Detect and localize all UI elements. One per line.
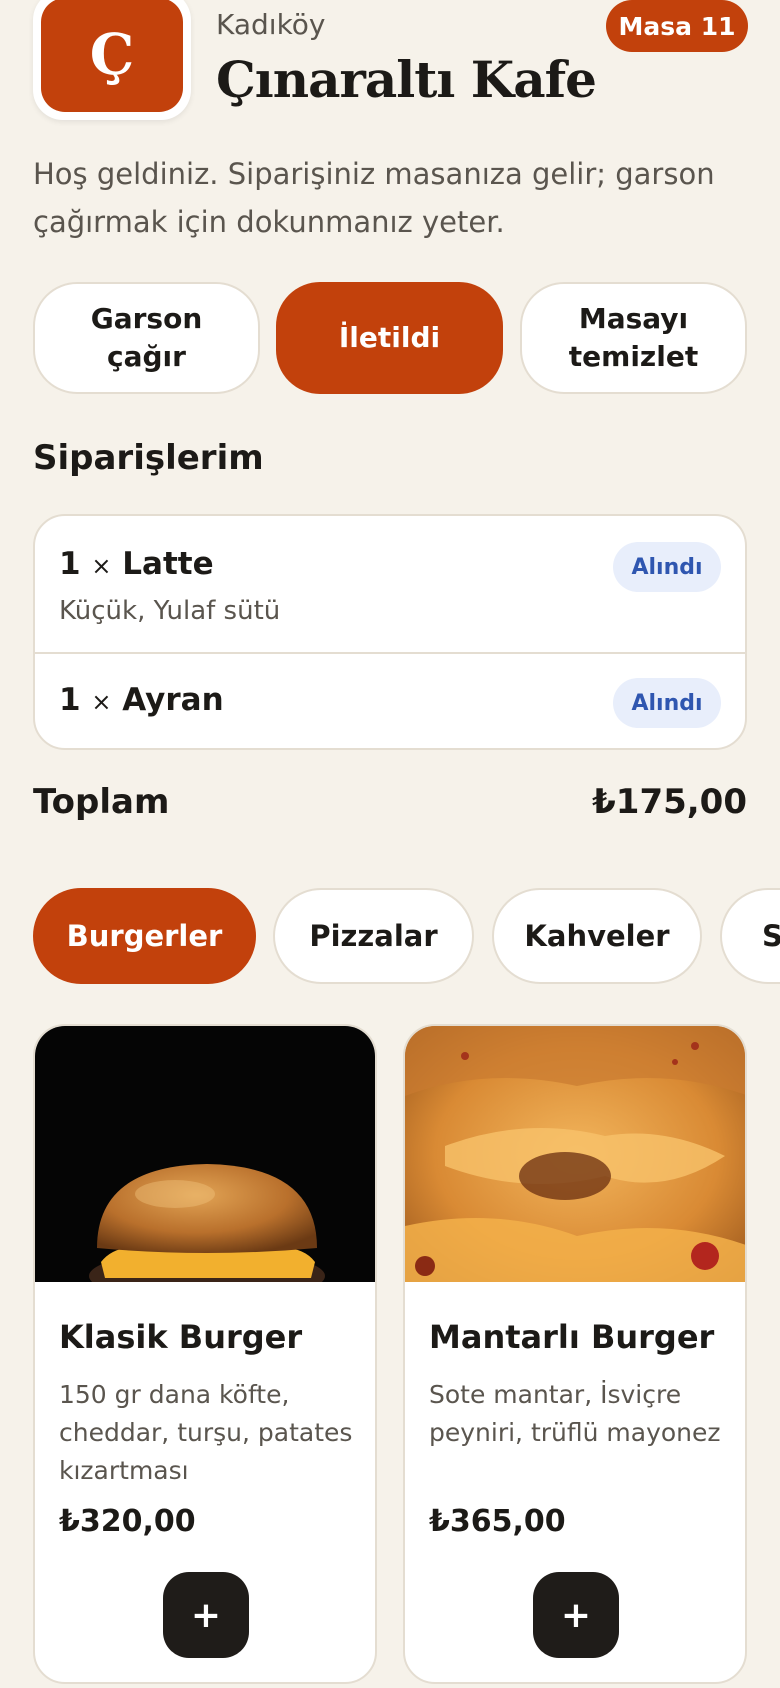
order-qty: 1 [59, 546, 81, 582]
product-name: Mantarlı Burger [429, 1318, 715, 1356]
status-badge: Alındı [613, 542, 721, 592]
product-image [405, 1026, 745, 1282]
category-tab-coffees[interactable]: Kahveler [492, 888, 702, 984]
add-to-cart-button[interactable]: + [163, 1572, 249, 1658]
order-name: Ayran [122, 682, 224, 718]
burger-image [35, 1026, 375, 1282]
district-label: Kadıköy [216, 8, 326, 41]
call-waiter-button[interactable]: Garson çağır [33, 282, 260, 394]
product-description: Sote mantar, İsviçre peyniri, trüflü may… [429, 1380, 721, 1447]
product-price: ₺320,00 [59, 1504, 196, 1539]
order-item: 1 × Latte Küçük, Yulaf sütü Alındı [35, 516, 745, 654]
order-times: × [91, 688, 112, 716]
orders-title: Siparişlerim [33, 438, 264, 478]
logo-letter: Ç [41, 0, 183, 112]
category-tab-pizzas[interactable]: Pizzalar [273, 888, 474, 984]
order-item-title: 1 × Ayran [59, 682, 224, 718]
category-tab-burgers[interactable]: Burgerler [33, 888, 256, 984]
category-tab-partial[interactable]: S [720, 888, 780, 984]
category-tabs: Burgerler Pizzalar Kahveler S [33, 888, 780, 984]
product-price: ₺365,00 [429, 1504, 566, 1539]
cafe-name: Çınaraltı Kafe [216, 50, 597, 109]
order-detail: Küçük, Yulaf sütü [59, 596, 281, 626]
welcome-text: Hoş geldiniz. Siparişiniz masanıza gelir… [33, 157, 715, 239]
order-qty: 1 [59, 682, 81, 718]
product-image [35, 1026, 375, 1282]
cafe-logo: Ç [33, 0, 191, 120]
product-description: 150 gr dana köfte, cheddar, turşu, patat… [59, 1380, 353, 1485]
sent-status-button[interactable]: İletildi [276, 282, 503, 394]
total-value: ₺175,00 [592, 782, 747, 822]
action-buttons: Garson çağır İletildi Masayı temizlet [33, 282, 747, 394]
cheese-burger-image [405, 1026, 745, 1282]
product-name: Klasik Burger [59, 1318, 303, 1356]
order-item: 1 × Ayran Alındı [35, 654, 745, 748]
status-badge: Alındı [613, 678, 721, 728]
add-to-cart-button[interactable]: + [533, 1572, 619, 1658]
table-badge: Masa 11 [606, 0, 748, 52]
order-name: Latte [122, 546, 214, 582]
order-times: × [91, 552, 112, 580]
product-card: Klasik Burger 150 gr dana köfte, cheddar… [33, 1024, 377, 1684]
order-item-title: 1 × Latte [59, 546, 214, 582]
orders-list: 1 × Latte Küçük, Yulaf sütü Alındı 1 × A… [33, 514, 747, 750]
menu-page: Ç Kadıköy Çınaraltı Kafe Masa 11 Hoş gel… [0, 0, 780, 1688]
total-label: Toplam [33, 782, 170, 822]
product-card: Mantarlı Burger Sote mantar, İsviçre pey… [403, 1024, 747, 1684]
clean-table-button[interactable]: Masayı temizlet [520, 282, 747, 394]
